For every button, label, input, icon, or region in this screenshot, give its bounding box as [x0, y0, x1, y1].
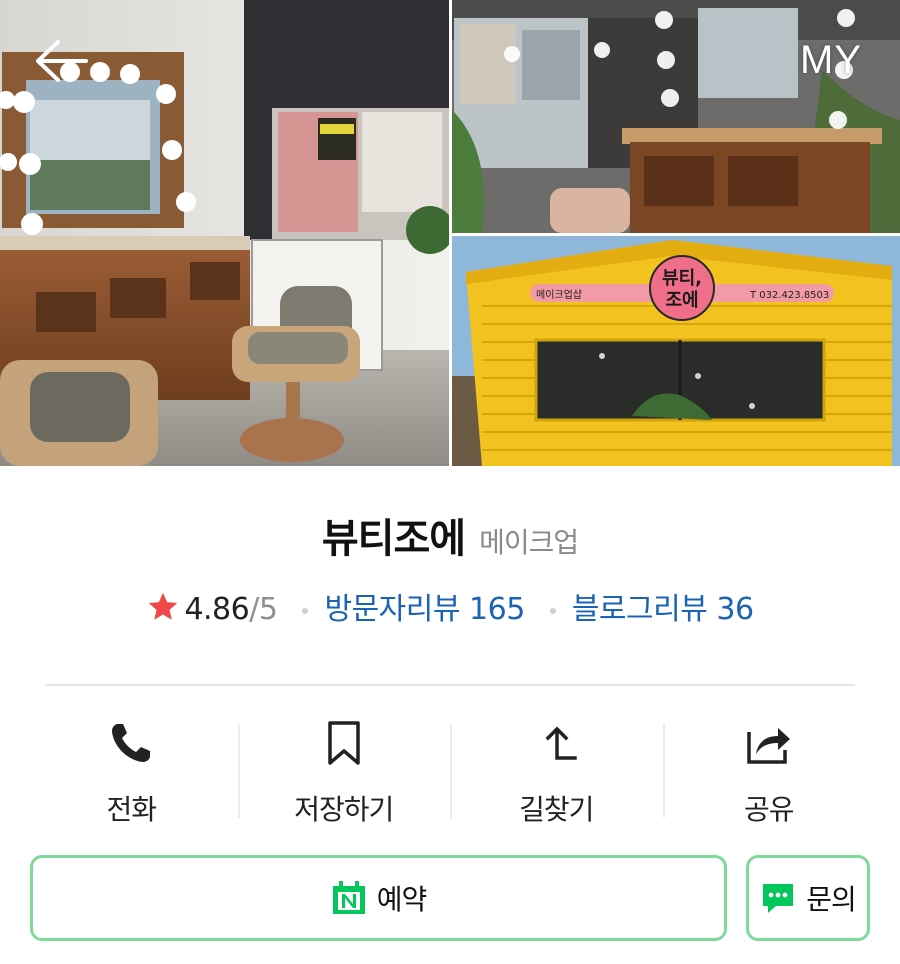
- share-label: 공유: [743, 793, 795, 826]
- call-label: 전화: [106, 793, 157, 826]
- my-button[interactable]: MY: [800, 38, 862, 83]
- save-label: 저장하기: [294, 793, 394, 826]
- separator-dot: [549, 607, 556, 614]
- reserve-button[interactable]: 예약: [30, 855, 727, 941]
- directions-button[interactable]: 길찾기: [450, 704, 663, 826]
- rating-review-row: 4.86/5 방문자리뷰 165 블로그리뷰 36: [0, 584, 900, 628]
- sign-left-text: 메이크업샵: [536, 288, 582, 301]
- inquire-label: 문의: [806, 883, 857, 916]
- share-icon: [747, 728, 790, 764]
- call-button[interactable]: 전화: [25, 704, 238, 826]
- divider: [45, 684, 855, 686]
- star-icon: [149, 592, 178, 620]
- sign-logo-line2: 조에: [665, 290, 698, 311]
- phone-icon: [112, 724, 151, 762]
- place-name: 뷰티조에: [321, 516, 466, 562]
- back-button[interactable]: [28, 36, 94, 86]
- separator-dot: [302, 607, 309, 614]
- back-arrow-icon: [36, 40, 88, 82]
- bookmark-icon: [328, 721, 360, 765]
- rating-max: /5: [249, 592, 278, 627]
- reserve-label: 예약: [376, 883, 428, 916]
- share-button[interactable]: 공유: [662, 704, 876, 826]
- naver-calendar-icon: [332, 881, 365, 914]
- sign-logo-line1: 뷰티,: [662, 268, 702, 289]
- sign-phone-text: T 032.423.8503: [749, 290, 829, 301]
- inquire-button[interactable]: 문의: [746, 855, 870, 941]
- photo-interior-window[interactable]: [452, 0, 900, 233]
- photo-storefront[interactable]: 메이크업샵 T 032.423.8503 뷰티, 조에: [452, 236, 900, 466]
- rating-score: 4.86: [184, 592, 250, 627]
- visitor-review-link[interactable]: 방문자리뷰 165: [324, 592, 525, 627]
- directions-label: 길찾기: [519, 793, 594, 826]
- save-button[interactable]: 저장하기: [237, 704, 451, 826]
- place-title-row: 뷰티조에 메이크업: [0, 506, 900, 564]
- blog-review-link[interactable]: 블로그리뷰 36: [572, 592, 754, 627]
- chat-icon: [763, 884, 794, 913]
- directions-icon: [545, 726, 577, 760]
- action-bar: 전화 저장하기 길찾기 공유: [25, 704, 876, 826]
- place-category: 메이크업: [479, 526, 579, 559]
- photo-gallery[interactable]: 메이크업샵 T 032.423.8503 뷰티, 조에 MY: [0, 0, 900, 466]
